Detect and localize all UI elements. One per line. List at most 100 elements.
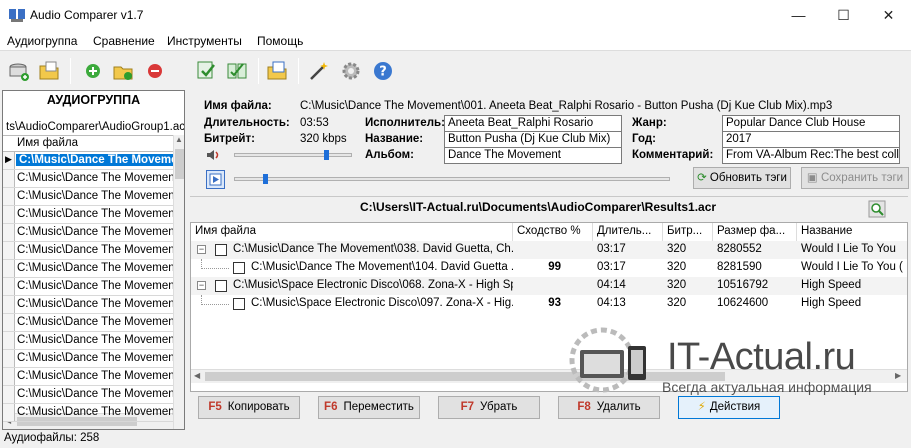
compare-groups-icon[interactable] (226, 60, 248, 82)
row-selector[interactable] (3, 296, 15, 313)
maximize-icon[interactable]: ☐ (821, 0, 866, 31)
genre-field[interactable]: Popular Dance Club House (722, 115, 900, 132)
row-selector[interactable] (3, 242, 15, 259)
results-zoom-icon[interactable] (868, 200, 886, 218)
row-selector[interactable] (3, 350, 15, 367)
row-selector[interactable] (3, 332, 15, 349)
title-field[interactable]: Button Pusha (Dj Kue Club Mix) (444, 131, 622, 148)
group-title: АУДИОГРУППА (46, 93, 141, 107)
group-file-row[interactable]: ▶ C:\Music\Dance The Movement (3, 152, 173, 170)
group-file-row[interactable]: C:\Music\Dance The Movement (3, 170, 173, 188)
results-icon[interactable] (266, 60, 288, 82)
col-similarity[interactable]: Сходство % (513, 223, 593, 241)
row-selector[interactable] (3, 224, 15, 241)
volume-slider-thumb[interactable] (324, 150, 330, 160)
col-size[interactable]: Размер фа... (713, 223, 797, 241)
add-file-icon[interactable] (82, 60, 104, 82)
year-field[interactable]: 2017 (722, 131, 900, 148)
row-selector[interactable] (3, 206, 15, 223)
result-checkbox[interactable] (233, 262, 245, 274)
row-selector[interactable] (3, 368, 15, 385)
menu-audiogroup[interactable]: Аудиогруппа (7, 34, 77, 48)
group-file-row[interactable]: C:\Music\Dance The Movement (3, 188, 173, 206)
watermark-logo (569, 327, 646, 393)
group-file-row[interactable]: C:\Music\Dance The Movement (3, 278, 173, 296)
position-slider-thumb[interactable] (262, 174, 268, 184)
remove-icon[interactable] (144, 60, 166, 82)
open-group-icon[interactable] (38, 60, 60, 82)
remove-button[interactable]: F7 Убрать (438, 396, 540, 419)
row-selector[interactable] (3, 260, 15, 277)
result-row[interactable]: C:\Music\Space Electronic Disco\097. Zon… (191, 295, 907, 313)
group-file-row[interactable]: C:\Music\Dance The Movement (3, 350, 173, 368)
result-checkbox[interactable] (215, 244, 227, 256)
compare-icon[interactable] (196, 60, 218, 82)
result-bitrate: 320 (667, 297, 687, 309)
scroll-right-icon[interactable]: ▶ (895, 371, 901, 380)
save-tags-button[interactable]: ▣ Сохранить тэги (801, 167, 909, 189)
group-file-row[interactable]: C:\Music\Dance The Movement (3, 206, 173, 224)
add-folder-icon[interactable] (112, 60, 134, 82)
group-file-name: C:\Music\Dance The Movement (17, 190, 173, 202)
speaker-icon[interactable] (206, 148, 222, 162)
duration-label: Длительность: (204, 117, 290, 129)
save-tags-label: Сохранить тэги (820, 172, 904, 184)
menu-tools[interactable]: Инструменты (167, 34, 242, 48)
play-button[interactable] (206, 170, 225, 189)
col-duration[interactable]: Длитель... (593, 223, 663, 241)
collapse-icon[interactable]: − (197, 245, 206, 254)
close-icon[interactable]: ✕ (866, 0, 911, 31)
col-title[interactable]: Название (797, 223, 907, 241)
actions-button[interactable]: ⚡ Действия (678, 396, 780, 419)
menu-compare[interactable]: Сравнение (93, 34, 155, 48)
group-file-row[interactable]: C:\Music\Dance The Movement (3, 332, 173, 350)
result-size: 8280552 (717, 243, 762, 255)
wizard-icon[interactable] (308, 60, 330, 82)
group-file-row[interactable]: C:\Music\Dance The Movement (3, 368, 173, 386)
result-row[interactable]: − C:\Music\Dance The Movement\038. David … (191, 241, 907, 259)
menu-help[interactable]: Помощь (257, 34, 303, 48)
app-icon (9, 9, 25, 22)
scroll-up-icon[interactable]: ▲ (175, 135, 183, 144)
album-field[interactable]: Dance The Movement (444, 147, 622, 164)
row-selector[interactable] (3, 314, 15, 331)
row-selector[interactable] (3, 170, 15, 187)
group-file-row[interactable]: C:\Music\Dance The Movement (3, 224, 173, 242)
group-file-row[interactable]: C:\Music\Dance The Movement (3, 386, 173, 404)
result-row[interactable]: − C:\Music\Space Electronic Disco\068. Zo… (191, 277, 907, 295)
move-button[interactable]: F6 Переместить (318, 396, 420, 419)
group-file-row[interactable]: C:\Music\Dance The Movement (3, 260, 173, 278)
scroll-thumb[interactable] (175, 149, 184, 179)
group-vertical-scrollbar[interactable]: ▲ (173, 135, 184, 429)
group-file-name: C:\Music\Dance The Movement (17, 352, 173, 364)
scroll-left-icon[interactable]: ◀ (194, 371, 200, 380)
row-selector[interactable]: ▶ (3, 152, 15, 169)
group-file-row[interactable]: C:\Music\Dance The Movement (3, 296, 173, 314)
row-selector[interactable] (3, 188, 15, 205)
help-icon[interactable]: ? (372, 60, 394, 82)
group-file-row[interactable]: C:\Music\Dance The Movement (3, 404, 173, 422)
artist-field[interactable]: Aneeta Beat_Ralphi Rosario (444, 115, 622, 132)
result-row[interactable]: C:\Music\Dance The Movement\104. David G… (191, 259, 907, 277)
row-selector[interactable] (3, 386, 15, 403)
result-checkbox[interactable] (233, 298, 245, 310)
row-selector[interactable] (3, 404, 15, 421)
settings-icon[interactable] (340, 60, 362, 82)
new-group-icon[interactable] (8, 60, 30, 82)
volume-slider[interactable] (234, 153, 352, 157)
comment-field[interactable]: From VA-Album Rec:The best collect (722, 147, 900, 164)
minimize-icon[interactable]: — (776, 0, 821, 31)
copy-button[interactable]: F5 Копировать (198, 396, 300, 419)
group-file-row[interactable]: C:\Music\Dance The Movement (3, 242, 173, 260)
collapse-icon[interactable]: − (197, 281, 206, 290)
group-path: ts\AudioComparer\AudioGroup1.acg (6, 121, 184, 133)
position-slider[interactable] (234, 177, 670, 181)
delete-button[interactable]: F8 Удалить (558, 396, 660, 419)
col-filename[interactable]: Имя файла (191, 223, 513, 241)
row-selector[interactable] (3, 278, 15, 295)
result-checkbox[interactable] (215, 280, 227, 292)
group-file-row[interactable]: C:\Music\Dance The Movement (3, 314, 173, 332)
group-column-header[interactable]: Имя файла (3, 135, 173, 152)
update-tags-button[interactable]: ⟳ Обновить тэги (693, 167, 791, 189)
col-bitrate[interactable]: Битр... (663, 223, 713, 241)
